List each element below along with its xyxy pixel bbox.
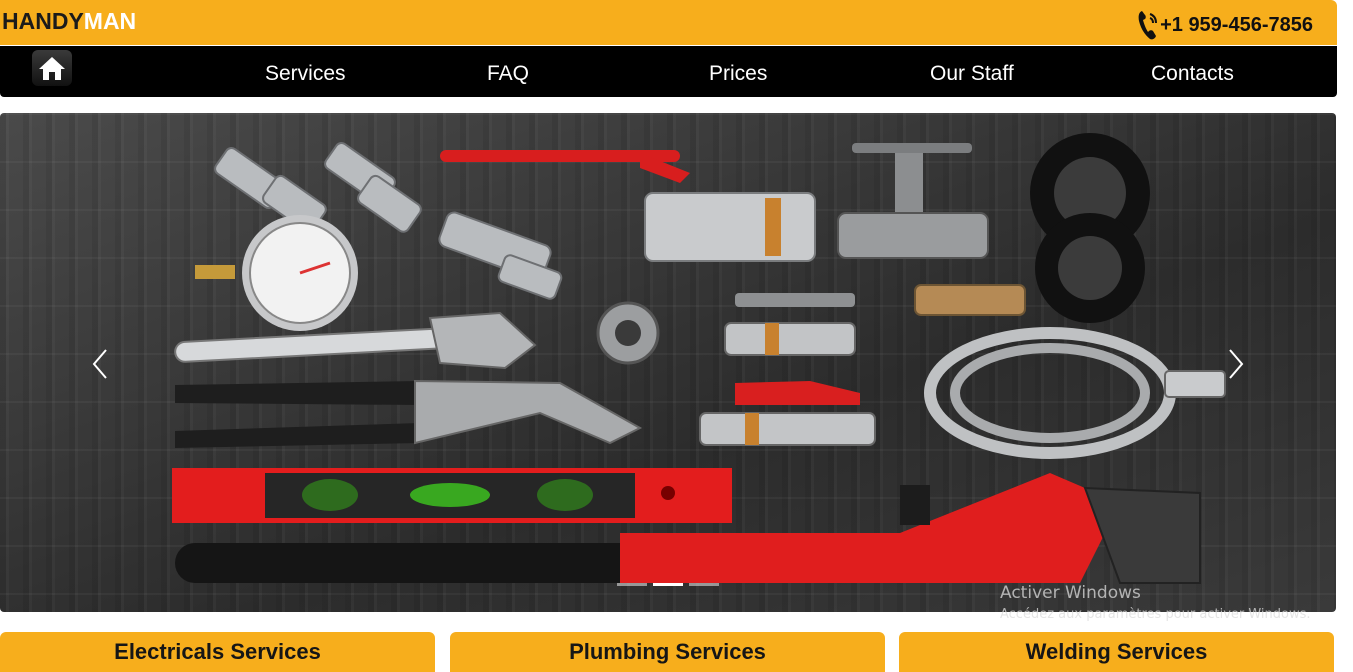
phone-number[interactable]: +1 959-456-7856 [1138, 10, 1313, 40]
nav-services[interactable]: Services [265, 61, 346, 87]
phone-icon [1138, 11, 1158, 40]
home-button[interactable] [32, 50, 72, 86]
nav-faq[interactable]: FAQ [487, 61, 529, 87]
logo[interactable]: HANDYMAN [2, 7, 136, 35]
service-card-title: Electricals Services [114, 639, 321, 664]
service-card-title: Welding Services [1025, 639, 1208, 664]
phone-text: +1 959-456-7856 [1160, 13, 1313, 36]
home-icon [39, 57, 65, 80]
carousel-indicator-1[interactable] [617, 583, 647, 586]
top-bar: HANDYMAN +1 959-456-7856 [0, 0, 1337, 45]
service-card-title: Plumbing Services [569, 639, 766, 664]
main-nav: Services FAQ Prices Our Staff Contacts [0, 46, 1337, 97]
carousel-indicator-2[interactable] [653, 583, 683, 586]
carousel-indicators [617, 583, 719, 586]
nav-our-staff[interactable]: Our Staff [930, 61, 1014, 87]
watermark-subtitle: Accédez aux paramètres pour activer Wind… [1000, 607, 1311, 622]
windows-activation-watermark: Activer Windows Accédez aux paramètres p… [1000, 582, 1311, 624]
chevron-right-icon[interactable] [1220, 347, 1250, 381]
service-card-electricals[interactable]: Electricals Services [0, 632, 435, 672]
chevron-left-icon[interactable] [86, 347, 116, 381]
service-card-plumbing[interactable]: Plumbing Services [450, 632, 885, 672]
watermark-title: Activer Windows [1000, 583, 1141, 603]
logo-part2: MAN [83, 8, 137, 34]
carousel-indicator-3[interactable] [689, 583, 719, 586]
service-card-welding[interactable]: Welding Services [899, 632, 1334, 672]
nav-prices[interactable]: Prices [709, 61, 767, 87]
nav-contacts[interactable]: Contacts [1151, 61, 1234, 87]
hero-carousel [0, 113, 1336, 612]
plumbing-tools-photo [172, 133, 1226, 584]
logo-part1: HANDY [2, 8, 84, 34]
